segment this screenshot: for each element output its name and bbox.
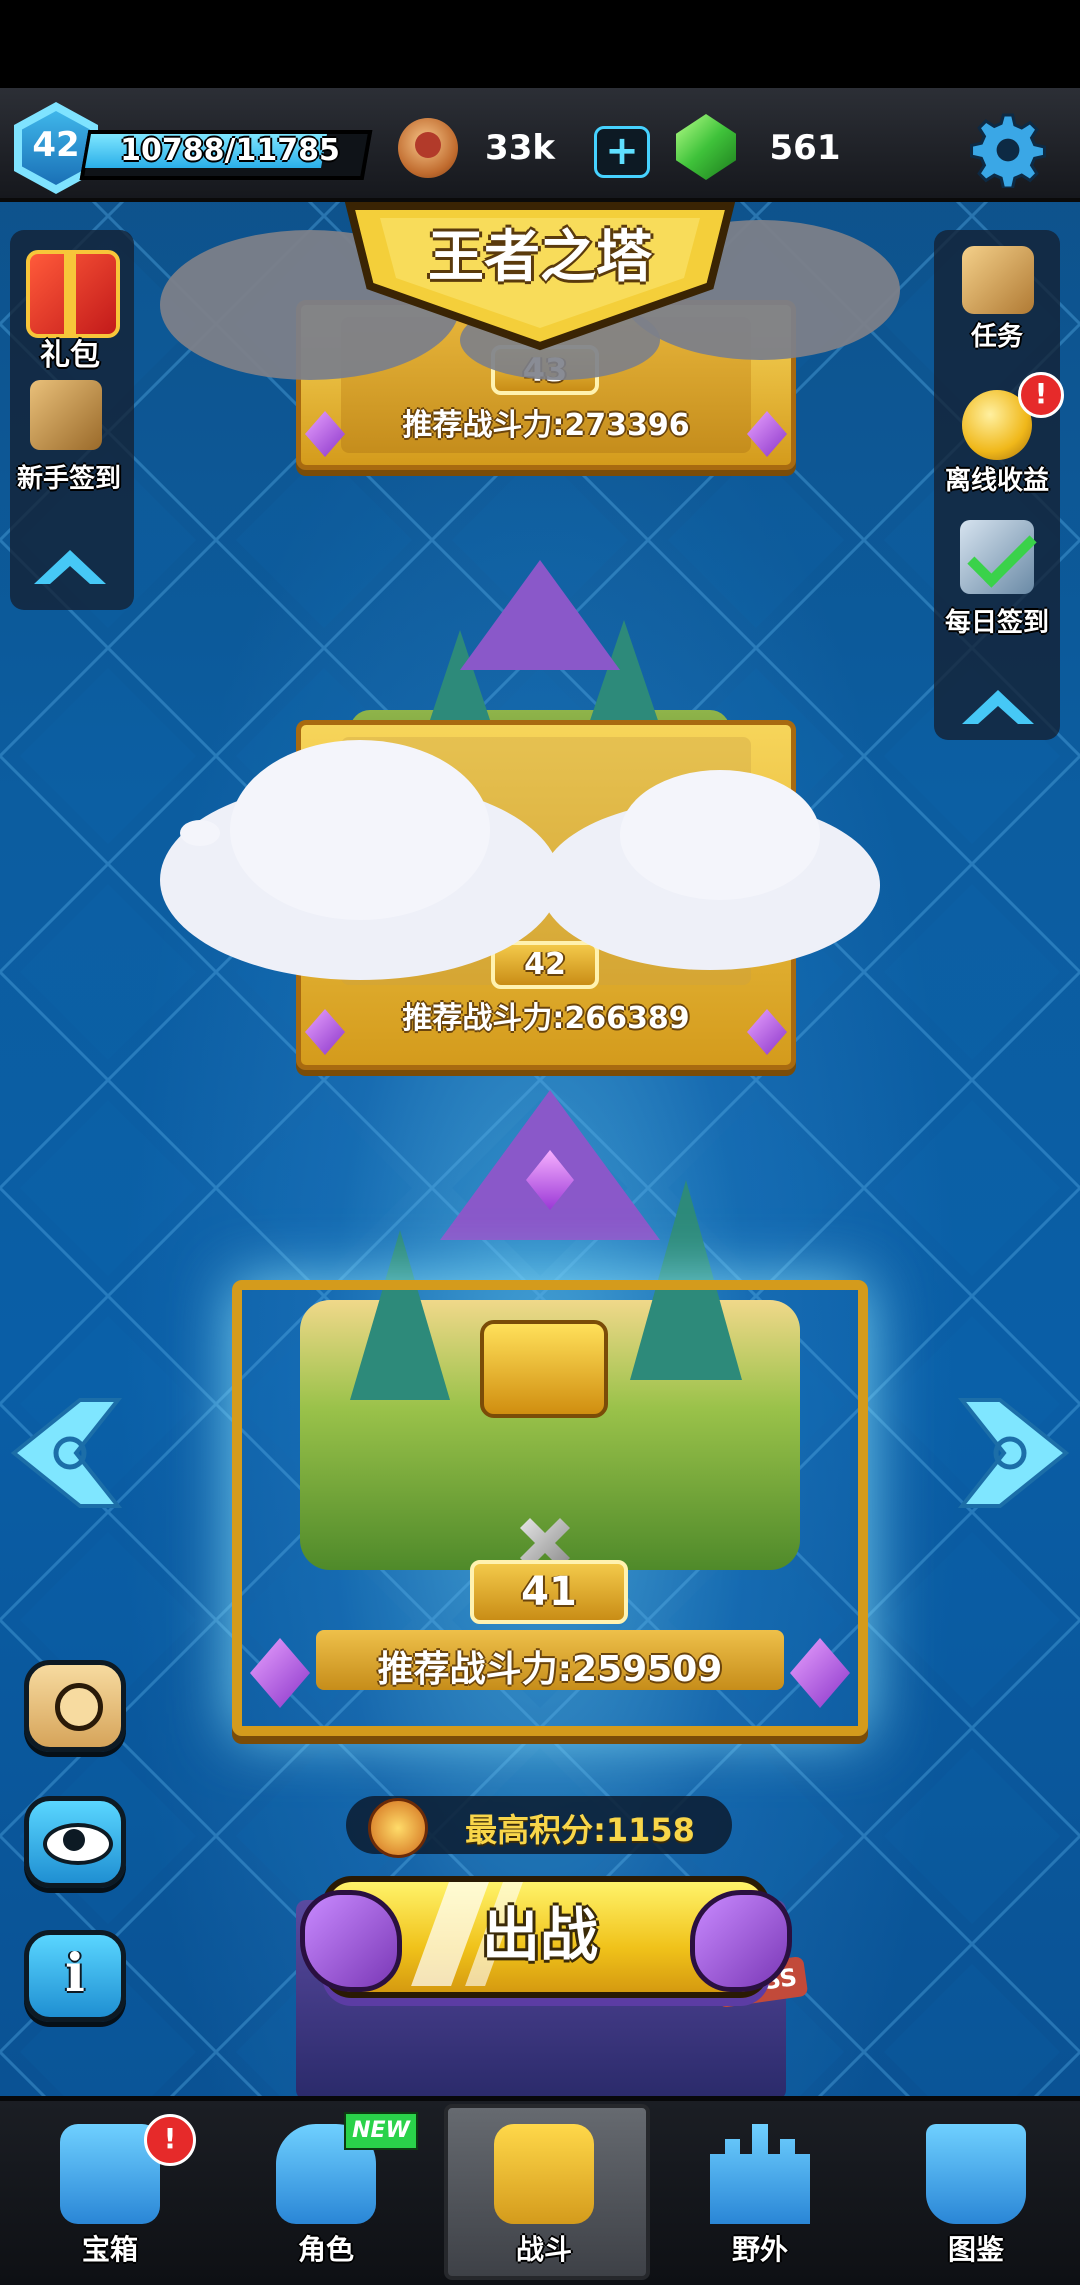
purple-claw-left-icon	[300, 1890, 402, 1992]
nav-label-hero: 角色	[297, 2233, 354, 2266]
tower-roof	[460, 560, 620, 670]
scroll-quill-icon	[30, 380, 102, 450]
level-number-42: 42	[491, 941, 599, 989]
score-medal-icon	[368, 1798, 428, 1858]
info-button[interactable]: i	[24, 1930, 126, 2022]
newbie-checkin-button[interactable]: 新手签到	[4, 372, 134, 502]
quest-scroll-icon	[962, 246, 1034, 314]
level-43-power: 推荐战斗力:273396	[402, 408, 690, 443]
quest-label: 任务	[970, 322, 1023, 352]
cloud	[230, 740, 490, 920]
collapse-right-chevron-icon[interactable]	[956, 680, 1040, 730]
high-score-text: 最高积分:1158	[465, 1811, 695, 1849]
nav-item-hero[interactable]: NEW 角色	[226, 2110, 426, 2270]
gift-pack-button[interactable]: 礼包	[8, 232, 132, 373]
settings-gear-icon[interactable]	[970, 112, 1046, 188]
gift-pack-label: 礼包	[40, 338, 100, 373]
purple-claw-right-icon	[690, 1890, 792, 1992]
level-42-power: 推荐战斗力:266389	[402, 1001, 690, 1036]
add-currency-button[interactable]: +	[594, 126, 650, 178]
nav-label-battle: 战斗	[515, 2233, 572, 2266]
achievement-medal-button[interactable]	[24, 1660, 126, 1752]
level-card-41[interactable]: 41 推荐战斗力:259509	[232, 1280, 868, 1736]
new-badge: NEW	[344, 2112, 418, 2150]
previous-tower-arrow-icon[interactable]	[10, 1396, 122, 1510]
info-icon: i	[65, 1943, 85, 2004]
offline-earnings-alert-badge: !	[1018, 372, 1064, 418]
crossed-swords-crown-icon	[494, 2124, 594, 2224]
offline-earnings-button[interactable]: ! 离线收益	[934, 372, 1064, 498]
coin-value: 33k	[485, 128, 555, 168]
nav-label-chest: 宝箱	[81, 2233, 138, 2266]
view-eye-button[interactable]	[24, 1796, 126, 1888]
coin-icon	[398, 118, 458, 178]
chest-alert-badge: !	[144, 2114, 196, 2166]
next-tower-arrow-icon[interactable]	[958, 1396, 1070, 1510]
nav-label-field: 野外	[731, 2233, 788, 2266]
xp-text: 10788/11785	[120, 133, 340, 168]
nav-item-chest[interactable]: ! 宝箱	[10, 2110, 210, 2270]
book-icon	[926, 2124, 1026, 2224]
level-41-power: 推荐战斗力:259509	[377, 1649, 723, 1690]
daily-checkin-label: 每日签到	[944, 608, 1049, 638]
page-title: 王者之塔	[428, 225, 652, 290]
nav-label-codex: 图鉴	[947, 2233, 1004, 2266]
nav-item-battle[interactable]: 战斗	[444, 2110, 644, 2270]
level-number-41: 41	[470, 1560, 628, 1624]
nav-item-field[interactable]: 野外	[660, 2110, 860, 2270]
collapse-left-chevron-icon[interactable]	[30, 540, 110, 590]
gift-ribbon	[64, 250, 76, 334]
cloud	[180, 820, 220, 846]
status-bar	[0, 0, 1080, 90]
castle-icon	[710, 2124, 810, 2224]
plus-icon: +	[605, 128, 639, 174]
player-level: 42	[32, 125, 80, 165]
gem-value: 561	[769, 128, 841, 168]
quest-button[interactable]: 任务	[934, 232, 1060, 352]
eye-pupil	[63, 1829, 85, 1851]
daily-checkin-button[interactable]: 每日签到	[934, 512, 1060, 638]
nav-item-codex[interactable]: 图鉴	[876, 2110, 1076, 2270]
cloud	[620, 770, 820, 900]
newbie-checkin-label: 新手签到	[16, 464, 121, 494]
offline-earnings-label: 离线收益	[944, 466, 1049, 496]
medal-icon	[55, 1683, 103, 1731]
